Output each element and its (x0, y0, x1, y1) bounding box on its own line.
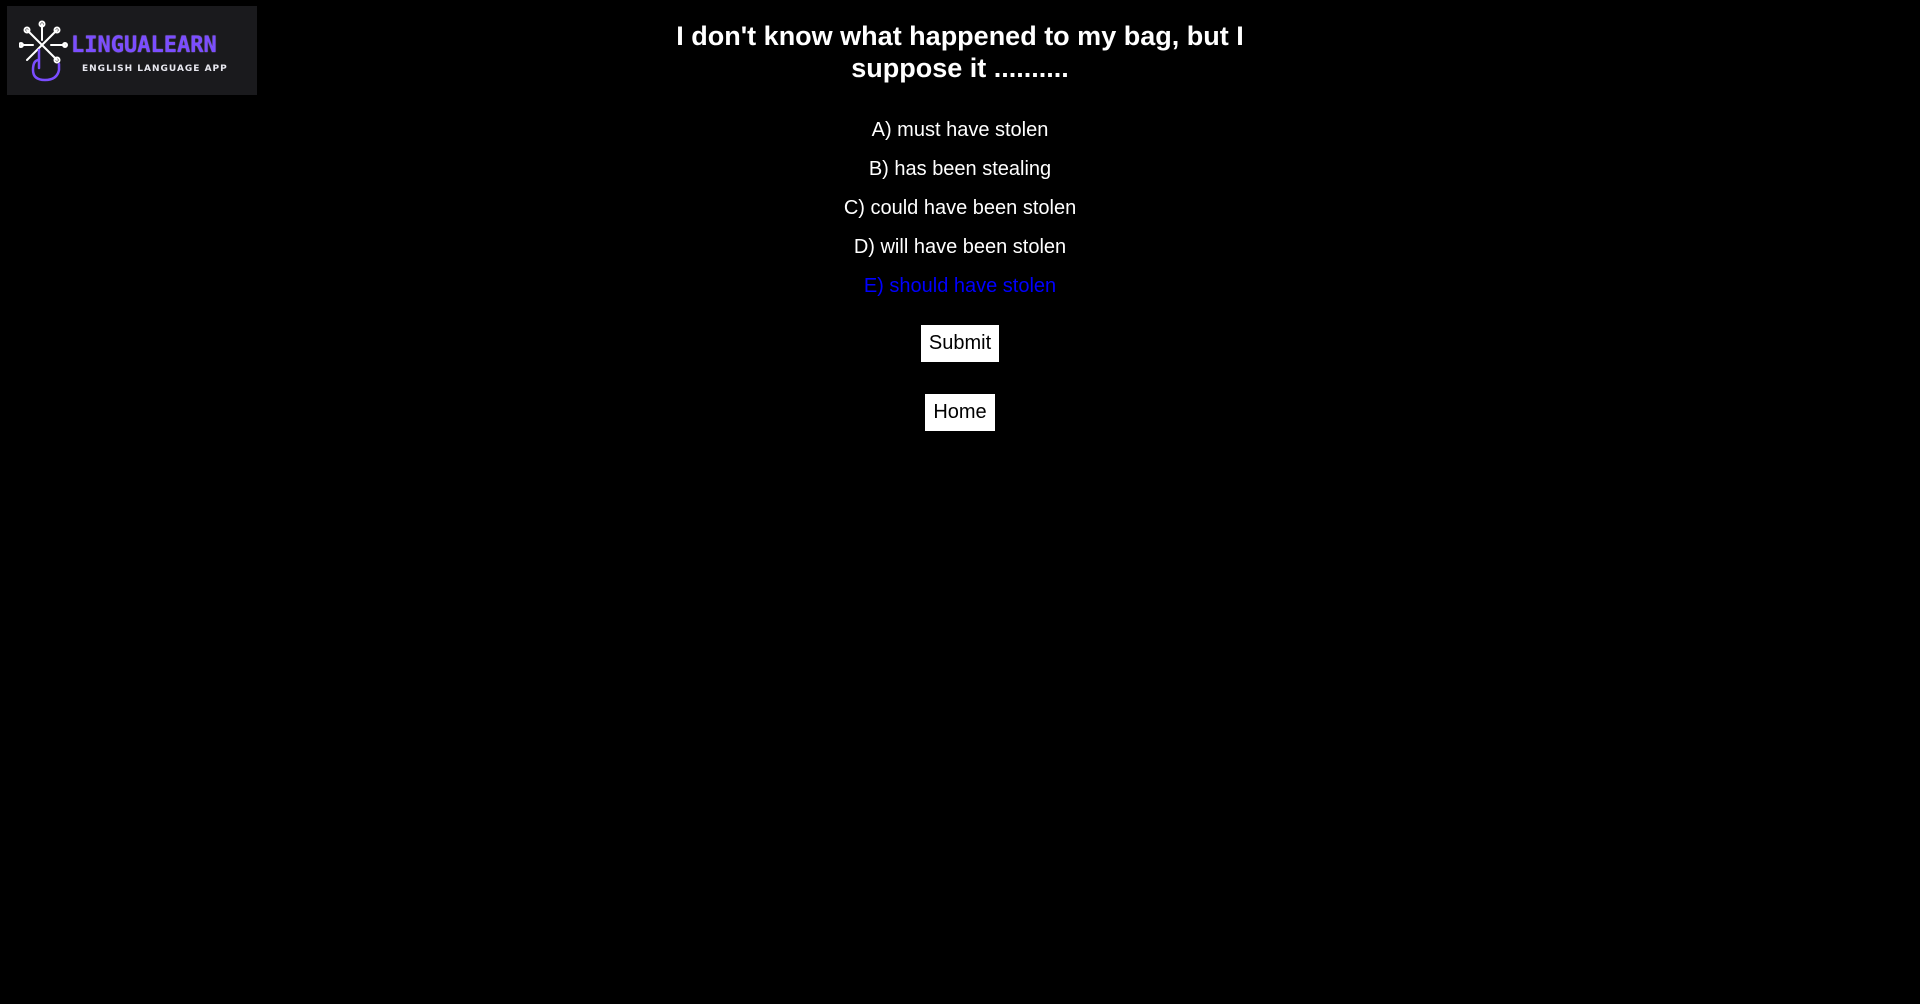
home-button[interactable]: Home (925, 394, 995, 431)
answer-options: A) must have stolen B) has been stealing… (0, 111, 1920, 306)
submit-button[interactable]: Submit (920, 325, 1000, 362)
option-d[interactable]: D) will have been stolen (0, 228, 1920, 267)
option-c[interactable]: C) could have been stolen (0, 189, 1920, 228)
question-text: I don't know what happened to my bag, bu… (676, 21, 1244, 83)
quiz-panel: I don't know what happened to my bag, bu… (0, 0, 1920, 431)
option-b[interactable]: B) has been stealing (0, 150, 1920, 189)
option-e[interactable]: E) should have stolen (0, 267, 1920, 306)
option-a[interactable]: A) must have stolen (0, 111, 1920, 150)
